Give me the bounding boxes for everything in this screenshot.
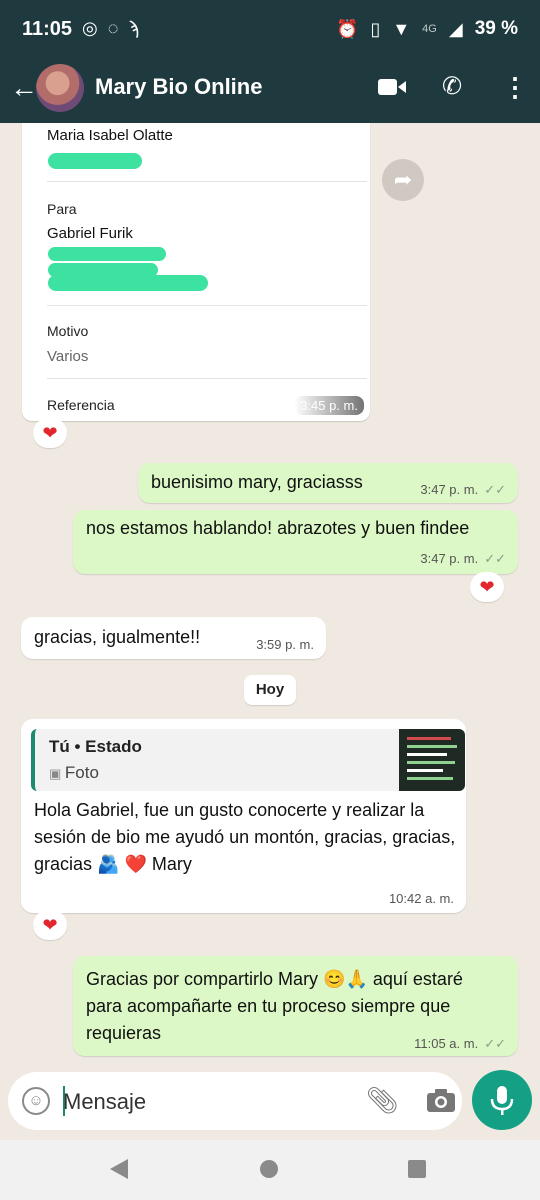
reference-label: Referencia [47,397,115,413]
read-ticks-icon: ✓✓ [484,482,506,497]
reason-label: Motivo [47,323,89,339]
message-time: 3:59 p. m. [256,637,314,652]
incoming-message[interactable]: gracias, igualmente!! 3:59 p. m. [21,617,326,659]
transfer-receipt-card[interactable]: Maria Isabel Olatte Para Gabriel Furik M… [22,123,370,421]
outgoing-message[interactable]: nos estamos hablando! abrazotes y buen f… [73,510,518,574]
outgoing-message[interactable]: buenisimo mary, graciasss 3:47 p. m. ✓✓ [138,463,518,503]
message-time: 3:47 p. m. [420,482,479,497]
outgoing-message[interactable]: Gracias por compartirlo Mary 😊🙏 aquí est… [73,956,518,1056]
recents-nav-icon[interactable] [406,1158,428,1180]
avatar[interactable] [36,64,84,112]
mic-icon [490,1086,514,1115]
message-time: 10:42 a. m. [388,891,454,906]
message-text: Gracias por compartirlo Mary 😊🙏 aquí est… [86,969,463,1043]
to-label: Para [47,201,77,217]
message-text: Hola Gabriel, fue un gusto conocerte y r… [34,800,456,874]
redaction-mark [48,153,142,169]
alarm-icon: ⏰ [336,18,359,39]
message-placeholder: Mensaje [63,1089,147,1114]
app-notification-icon: ϡ [128,18,139,38]
home-nav-icon[interactable] [258,1158,280,1180]
reaction-heart[interactable]: ❤ [33,910,67,940]
contact-name[interactable]: Mary Bio Online [95,74,262,100]
chat-area[interactable]: Maria Isabel Olatte Para Gabriel Furik M… [0,123,540,1068]
message-text: gracias, igualmente!! [34,627,201,647]
messenger-notification-icon: ◌ [107,18,119,38]
message-time: 3:47 p. m. [420,551,479,566]
video-call-icon[interactable] [378,78,406,96]
image-icon: ▣ [49,766,65,781]
day-divider: Hoy [244,675,296,705]
message-text: buenisimo mary, graciasss [151,472,363,492]
quote-subtitle: Foto [64,763,99,782]
quote-title: Tú • Estado [49,737,142,756]
wifi-icon: ▼ [392,18,411,39]
status-bar: 11:05 ◎ ◌ ϡ ⏰ ▯ ▼ 4G ◢ 39 % [0,0,540,58]
paperclip-icon[interactable]: 📎︎ [366,1085,399,1116]
read-ticks-icon: ✓✓ [484,551,506,566]
message-time: 3:45 p. m. [294,396,364,415]
reaction-heart[interactable]: ❤ [33,418,67,448]
more-vertical-icon[interactable]: ⋮ [502,72,528,103]
read-ticks-icon: ✓✓ [484,1036,506,1051]
reaction-heart[interactable]: ❤ [470,572,504,602]
status-reply-quote[interactable]: Tú • Estado ▣ Foto [31,729,465,791]
camera-icon[interactable] [426,1087,456,1113]
voice-call-icon[interactable]: ✆ [442,72,462,101]
forward-icon[interactable]: ➦ [382,159,424,201]
recipient-name: Gabriel Furik [47,225,133,242]
redaction-mark [48,275,208,291]
back-nav-icon[interactable] [108,1158,130,1180]
emoji-icon[interactable]: ☺ [22,1087,50,1115]
status-time: 11:05 [22,18,73,40]
sender-name: Maria Isabel Olatte [47,127,173,144]
message-input[interactable]: ☺ Mensaje 📎︎ [8,1072,462,1130]
whatsapp-notification-icon: ◎ [82,18,98,38]
composer: ☺ Mensaje 📎︎ [0,1068,540,1140]
message-time: 11:05 a. m. [414,1036,479,1051]
redaction-mark [48,247,166,261]
signal-icon: ◢ [448,18,463,39]
arrow-left-icon[interactable]: ← [10,72,38,104]
incoming-message[interactable]: Tú • Estado ▣ Foto Hola Gabriel, fue un … [21,719,466,913]
status-thumbnail [399,729,465,791]
mic-button[interactable] [472,1070,532,1130]
reason-value: Varios [47,348,89,365]
chat-header: ← Mary Bio Online ✆ ⋮ [0,58,540,123]
battery-level: 39 % [474,18,518,39]
network-type: 4G [422,23,437,35]
system-nav-bar [0,1140,540,1200]
message-text: nos estamos hablando! abrazotes y buen f… [86,518,470,538]
vibrate-icon: ▯ [370,18,381,39]
